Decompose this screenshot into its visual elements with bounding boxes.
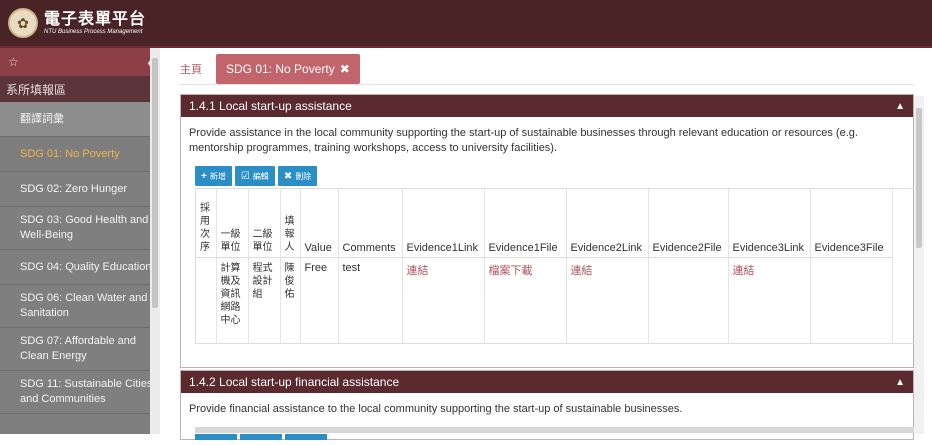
tab-home[interactable]: 主頁: [180, 61, 202, 77]
main-content: 主頁 SDG 01: No Poverty ✖ 1.4.1 Local star…: [160, 48, 932, 440]
edit-icon: ☑: [240, 170, 250, 182]
sidebar-item-sdg06[interactable]: SDG 06: Clean Water and Sanitation: [0, 285, 160, 328]
sidebar-item-glossary[interactable]: 翻譯詞彙: [0, 102, 160, 137]
sidebar-scroll-thumb[interactable]: [152, 58, 158, 308]
column-header[interactable]: Evidence2Link: [566, 189, 649, 258]
sidebar-item-sdg03[interactable]: SDG 03: Good Health and Well-Being: [0, 207, 160, 250]
cell-order: [196, 257, 217, 343]
cell-evidence2-file: [648, 257, 729, 343]
column-header[interactable]: 採用次序: [196, 189, 217, 258]
sidebar-item-sdg11[interactable]: SDG 11: Sustainable Cities and Communiti…: [0, 371, 160, 414]
column-header[interactable]: Value: [300, 189, 339, 258]
edit-button[interactable]: [240, 434, 282, 440]
sidebar-item-sdg04[interactable]: SDG 04: Quality Education: [0, 250, 160, 285]
logo[interactable]: ✿ 電子表單平台 NTU Business Process Management: [8, 8, 146, 38]
panel-1-4-1-title: 1.4.1 Local start-up assistance: [189, 99, 352, 113]
cell-level1-unit: 計算機及資訊網路中心: [216, 257, 249, 343]
sidebar-item-sdg02[interactable]: SDG 02: Zero Hunger: [0, 172, 160, 207]
delete-button-label: 刪除: [295, 171, 312, 181]
top-bar: ✿ 電子表單平台 NTU Business Process Management: [0, 0, 932, 46]
column-header[interactable]: 填報人: [280, 189, 301, 258]
panel-1-4-2-toolbar: [195, 427, 915, 440]
app-title: 電子表單平台: [44, 9, 147, 28]
delete-button[interactable]: ✖ 刪除: [277, 166, 318, 186]
sidebar-scrollbar[interactable]: [150, 48, 160, 434]
cell-evidence3-file: [810, 257, 893, 343]
panel-1-4-1-description: Provide assistance in the local communit…: [189, 127, 858, 154]
column-header[interactable]: Evidence1File: [484, 189, 567, 258]
panel-1-4-2-title: 1.4.2 Local start-up financial assistanc…: [189, 375, 400, 389]
add-button[interactable]: + 新增: [195, 166, 232, 186]
university-seal-icon: ✿: [8, 8, 38, 38]
add-button-label: 新增: [209, 171, 226, 181]
panel-1-4-2-description: Provide financial assistance to the loca…: [189, 403, 683, 415]
panel-1-4-1-header[interactable]: 1.4.1 Local start-up assistance ▲: [181, 95, 913, 117]
column-header[interactable]: 一級單位: [216, 189, 249, 258]
tab-sdg01[interactable]: SDG 01: No Poverty ✖: [216, 54, 360, 84]
panel-1-4-1-toolbar: + 新增 ☑ 編輯 ✖ 刪除: [195, 166, 913, 186]
data-grid: 採用次序 一級單位 二級單位 填報人 Value Comments Eviden…: [195, 188, 915, 344]
tab-divider: [180, 84, 915, 85]
plus-icon: +: [201, 170, 207, 182]
panel-1-4-2: 1.4.2 Local start-up financial assistanc…: [180, 370, 915, 440]
sidebar-section-title[interactable]: 系所填報區: [0, 76, 160, 102]
edit-button-label: 編輯: [252, 171, 269, 181]
sidebar-header: ☆ ‹: [0, 48, 160, 76]
chevron-up-icon[interactable]: ▲: [895, 377, 905, 388]
panel-1-4-2-header[interactable]: 1.4.2 Local start-up financial assistanc…: [181, 371, 913, 393]
sidebar: ☆ ‹ 系所填報區 翻譯詞彙 SDG 01: No Poverty SDG 02…: [0, 48, 160, 434]
evidence2-link[interactable]: 連結: [566, 257, 649, 343]
evidence1-link[interactable]: 連結: [402, 257, 485, 343]
cell-comments: test: [338, 257, 403, 343]
app-subtitle: NTU Business Process Management: [44, 29, 143, 35]
evidence1-file-download[interactable]: 檔案下載: [484, 257, 567, 343]
table-header-row: 採用次序 一級單位 二級單位 填報人 Value Comments Eviden…: [196, 189, 893, 258]
table-row[interactable]: 計算機及資訊網路中心 程式設計組 陳俊佑 Free test 連結 檔案下載 連…: [196, 257, 893, 343]
data-table: 採用次序 一級單位 二級單位 填報人 Value Comments Eviden…: [196, 189, 893, 343]
column-header[interactable]: 二級單位: [248, 189, 281, 258]
delete-icon: ✖: [283, 170, 293, 182]
tab-sdg01-label: SDG 01: No Poverty: [226, 62, 335, 76]
cell-level2-unit: 程式設計組: [248, 257, 281, 343]
star-icon[interactable]: ☆: [8, 55, 19, 69]
sidebar-item-sdg07[interactable]: SDG 07: Affordable and Clean Energy: [0, 328, 160, 371]
add-button[interactable]: [195, 434, 237, 440]
delete-button[interactable]: [285, 434, 327, 440]
close-icon[interactable]: ✖: [340, 62, 350, 76]
column-header[interactable]: Evidence3File: [810, 189, 893, 258]
evidence3-link[interactable]: 連結: [728, 257, 811, 343]
edit-button[interactable]: ☑ 編輯: [234, 166, 275, 186]
column-header[interactable]: Evidence3Link: [728, 189, 811, 258]
column-header[interactable]: Evidence1Link: [402, 189, 485, 258]
column-header[interactable]: Evidence2File: [648, 189, 729, 258]
cell-reporter: 陳俊佑: [280, 257, 301, 343]
chevron-up-icon[interactable]: ▲: [895, 101, 905, 112]
sidebar-item-sdg01[interactable]: SDG 01: No Poverty: [0, 137, 160, 172]
main-scroll-thumb[interactable]: [916, 108, 922, 248]
column-header[interactable]: Comments: [338, 189, 403, 258]
tab-bar: 主頁 SDG 01: No Poverty ✖: [180, 54, 360, 84]
main-scrollbar[interactable]: [914, 96, 924, 434]
cell-value: Free: [300, 257, 339, 343]
panel-1-4-1: 1.4.1 Local start-up assistance ▲ Provid…: [180, 94, 915, 368]
